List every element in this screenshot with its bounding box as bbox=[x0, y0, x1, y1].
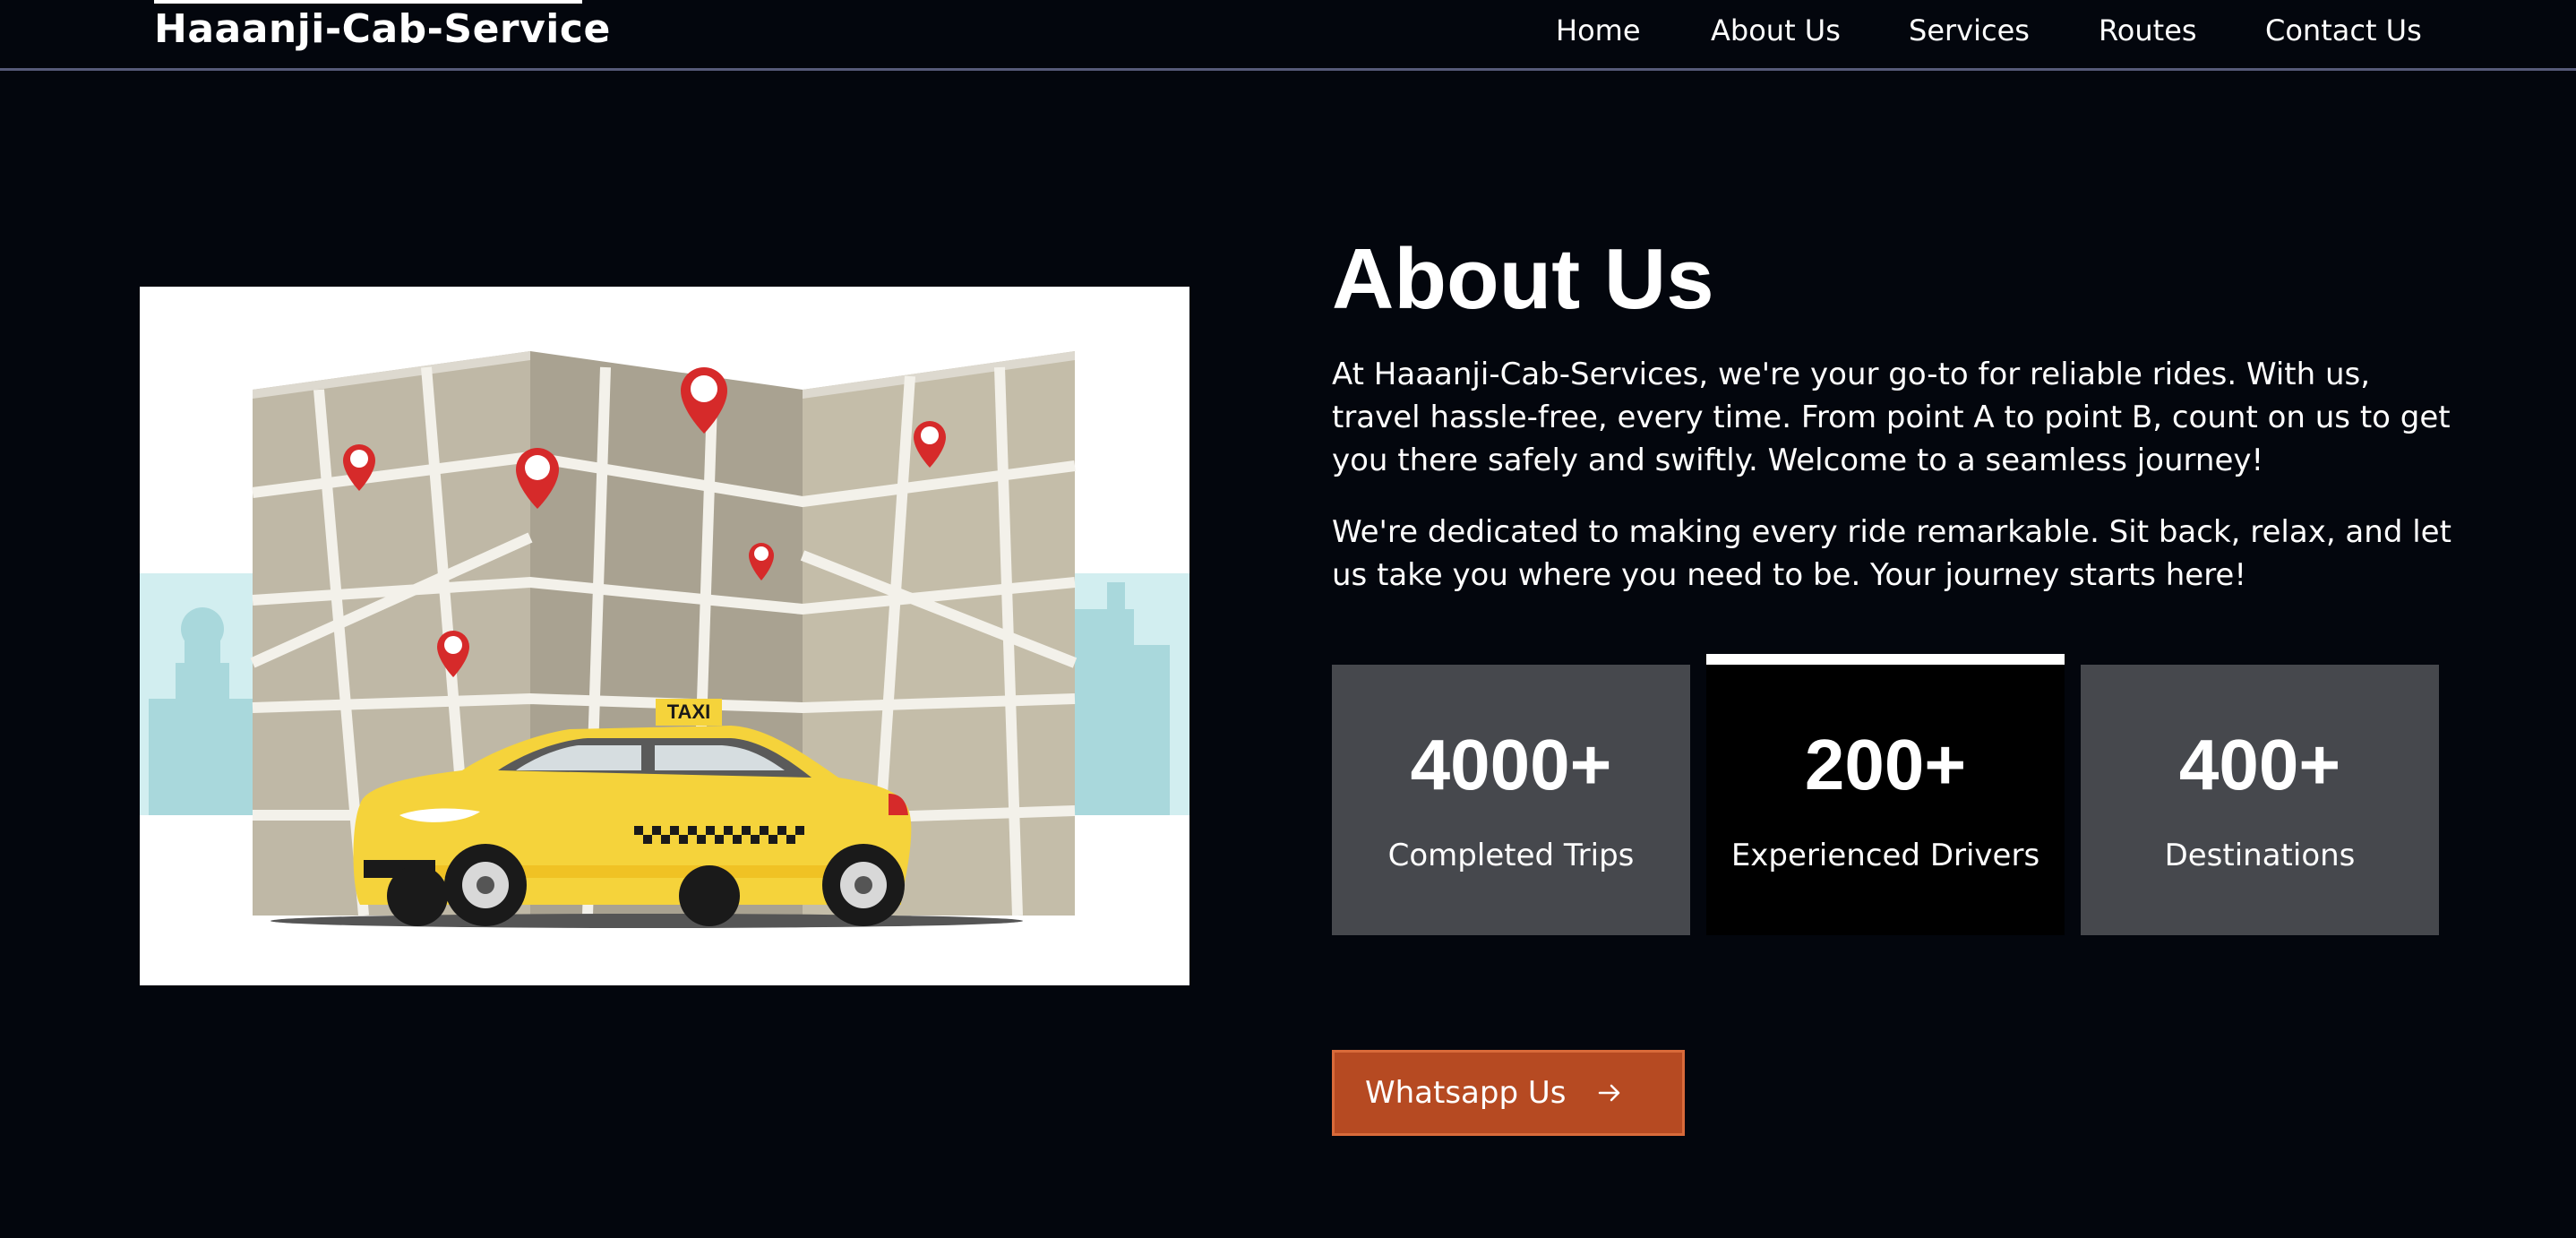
stat-card-drivers: 200+ Experienced Drivers bbox=[1706, 665, 2065, 935]
taxi-sign-text: TAXI bbox=[667, 701, 710, 723]
stat-label: Completed Trips bbox=[1387, 838, 1635, 873]
arrow-right-icon bbox=[1599, 1084, 1620, 1102]
nav-services[interactable]: Services bbox=[1909, 11, 2030, 50]
nav-contact-us[interactable]: Contact Us bbox=[2265, 11, 2422, 50]
about-paragraph-1: At Haaanji-Cab-Services, we're your go-t… bbox=[1332, 357, 2451, 478]
whatsapp-button-label: Whatsapp Us bbox=[1365, 1075, 1567, 1111]
brand-logo[interactable]: Haaanji-Cab-Service bbox=[154, 4, 611, 56]
stat-value: 200+ bbox=[1804, 725, 1967, 804]
stat-label: Experienced Drivers bbox=[1730, 838, 2040, 873]
stat-card-highlight-bar bbox=[1706, 654, 2065, 665]
about-title: About Us bbox=[1332, 231, 1714, 327]
about-paragraph-2: We're dedicated to making every ride rem… bbox=[1332, 514, 2451, 593]
stat-card-trips: 4000+ Completed Trips bbox=[1332, 665, 1690, 935]
stat-value: 4000+ bbox=[1410, 725, 1612, 804]
site-header: Haaanji-Cab-Service Home About Us Servic… bbox=[0, 0, 2576, 71]
taxi-map-image: TAXI bbox=[140, 287, 1189, 985]
nav-routes[interactable]: Routes bbox=[2099, 11, 2197, 50]
stat-label: Destinations bbox=[2164, 838, 2356, 873]
taxi-map-illustration: TAXI bbox=[140, 287, 1189, 985]
whatsapp-button[interactable]: Whatsapp Us bbox=[1332, 1050, 1685, 1136]
nav-home[interactable]: Home bbox=[1556, 11, 1641, 50]
stat-card-destinations: 400+ Destinations bbox=[2081, 665, 2439, 935]
stat-value: 400+ bbox=[2178, 725, 2341, 804]
nav-about-us[interactable]: About Us bbox=[1711, 11, 1841, 50]
